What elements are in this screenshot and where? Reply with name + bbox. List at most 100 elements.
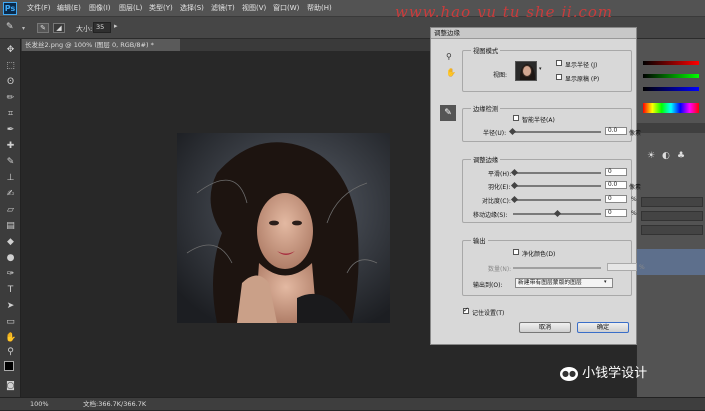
amount-unit: % — [639, 264, 645, 271]
quick-mask-icon[interactable]: ◙ — [5, 381, 16, 392]
hand-tool-icon[interactable]: ✋ — [5, 333, 16, 344]
wechat-label: 小钱学设计 — [582, 366, 648, 381]
menu-image[interactable]: 图像(I) — [89, 0, 111, 17]
type-tool-icon[interactable]: T — [5, 285, 16, 296]
document-info: 文档:366.7K/366.7K — [83, 400, 147, 408]
menu-window[interactable]: 窗口(W) — [273, 0, 299, 17]
right-panel: ☀ ◐ ♣ — [636, 39, 705, 397]
refine-radius-icon[interactable]: ✎ — [37, 23, 49, 33]
chevron-down-icon[interactable]: ▾ — [604, 279, 607, 285]
erase-refinements-icon[interactable]: ◢ — [53, 23, 65, 33]
feather-unit: 像素 — [629, 184, 642, 191]
eraser-tool-icon[interactable]: ▱ — [5, 205, 16, 216]
feather-input[interactable]: 0.0 — [605, 181, 627, 189]
radius-input[interactable]: 0.0 — [605, 127, 627, 135]
output-group: 输出 净化颜色(D) 数量(N): % 输出到(O): 新建带有图层蒙版的图层 … — [462, 236, 645, 296]
foreground-color-swatch[interactable] — [4, 361, 14, 371]
marquee-tool-icon[interactable]: ⬚ — [5, 61, 16, 72]
layers-row[interactable] — [641, 197, 703, 207]
checkmark-icon: ✓ — [463, 306, 469, 314]
output-to-select[interactable]: 新建带有图层蒙版的图层 — [515, 278, 613, 288]
show-radius-checkbox[interactable] — [556, 60, 562, 66]
crop-tool-icon[interactable]: ⌗ — [5, 109, 16, 120]
color-slider-r[interactable] — [643, 61, 699, 65]
menu-layer[interactable]: 图层(L) — [119, 0, 142, 17]
clone-stamp-tool-icon[interactable]: ⊥ — [5, 173, 16, 184]
photoshop-logo: Ps — [3, 2, 17, 15]
view-mode-group: 视图模式 视图: ▾ 显示半径 (J) 显示原稿 (P) — [462, 46, 632, 92]
radius-unit: 像素 — [629, 130, 642, 137]
menu-filter[interactable]: 滤镜(T) — [211, 0, 235, 17]
lasso-tool-icon[interactable]: ʘ — [5, 77, 16, 88]
pen-tool-icon[interactable]: ✑ — [5, 269, 16, 280]
dropdown-arrow-icon[interactable]: ▾ — [22, 25, 25, 32]
history-brush-tool-icon[interactable]: ✍ — [5, 189, 16, 200]
color-slider-g[interactable] — [643, 74, 699, 78]
menu-view[interactable]: 视图(V) — [242, 0, 266, 17]
layers-row[interactable] — [641, 211, 703, 221]
menu-edit[interactable]: 编辑(E) — [57, 0, 81, 17]
document-tab[interactable]: 长发丝2.png @ 100% (图层 0, RGB/8#) * — [22, 39, 180, 51]
menu-help[interactable]: 帮助(H) — [307, 0, 332, 17]
radius-slider[interactable] — [511, 131, 601, 133]
view-thumbnail[interactable] — [515, 61, 537, 81]
gradient-tool-icon[interactable]: ▤ — [5, 221, 16, 232]
decontaminate-checkbox[interactable] — [513, 249, 519, 255]
blur-tool-icon[interactable]: ◆ — [5, 237, 16, 248]
color-ramp[interactable] — [643, 103, 699, 113]
shift-edge-slider-thumb[interactable] — [553, 209, 562, 218]
refine-radius-tool-icon[interactable]: ✎ — [440, 105, 456, 121]
ok-button[interactable]: 确定 — [577, 322, 629, 333]
dodge-tool-icon[interactable]: ● — [5, 253, 16, 264]
amount-input — [607, 263, 637, 271]
zoom-tool-icon[interactable]: ⚲ — [446, 52, 452, 61]
radius-slider-thumb[interactable] — [508, 127, 517, 136]
selected-layer[interactable] — [637, 249, 705, 275]
contrast-slider[interactable] — [513, 199, 601, 201]
feather-slider-thumb[interactable] — [510, 181, 519, 190]
menu-file[interactable]: 文件(F) — [27, 0, 51, 17]
size-dropdown-icon[interactable]: ▸ — [114, 22, 123, 33]
tools-panel: ✥ ⬚ ʘ ✏ ⌗ ✒ ✚ ✎ ⊥ ✍ ▱ ▤ ◆ ● ✑ T ➤ ▭ ✋ ⚲ … — [0, 39, 21, 399]
move-tool-icon[interactable]: ✥ — [5, 45, 16, 56]
smooth-slider[interactable] — [513, 172, 601, 174]
shape-tool-icon[interactable]: ▭ — [5, 317, 16, 328]
quick-select-tool-icon[interactable]: ✏ — [5, 93, 16, 104]
wechat-watermark: ●● 小钱学设计 — [560, 362, 647, 381]
healing-brush-tool-icon[interactable]: ✚ — [5, 141, 16, 152]
show-original-checkbox[interactable] — [556, 74, 562, 80]
zoom-level[interactable]: 100% — [30, 398, 49, 411]
adjust-edge-legend: 调整边缘 — [471, 155, 501, 164]
eyedropper-tool-icon[interactable]: ✒ — [5, 125, 16, 136]
adjustment-icon[interactable]: ☀ — [647, 151, 655, 161]
brush-tool-icon[interactable]: ✎ — [6, 22, 22, 34]
menu-type[interactable]: 类型(Y) — [149, 0, 173, 17]
radius-label: 半径(U): — [483, 130, 507, 137]
layers-row[interactable] — [641, 225, 703, 235]
decontaminate-label: 净化颜色(D) — [522, 251, 556, 258]
feather-slider[interactable] — [513, 185, 601, 187]
output-legend: 输出 — [471, 236, 488, 245]
zoom-tool-icon[interactable]: ⚲ — [5, 347, 16, 358]
contrast-slider-thumb[interactable] — [510, 195, 519, 204]
smart-radius-checkbox[interactable] — [513, 115, 519, 121]
cancel-button[interactable]: 取消 — [519, 322, 571, 333]
view-label: 视图: — [493, 72, 508, 79]
smooth-input[interactable]: 0 — [605, 168, 627, 176]
view-mode-legend: 视图模式 — [471, 46, 501, 55]
amount-slider — [513, 267, 601, 269]
brush-tool-icon[interactable]: ✎ — [5, 157, 16, 168]
color-slider-b[interactable] — [643, 87, 699, 91]
adjustment-icon[interactable]: ◐ — [662, 151, 670, 161]
size-input[interactable]: 35 — [93, 22, 111, 33]
shift-edge-label: 移动边缘(S): — [473, 212, 508, 219]
adjustment-icon[interactable]: ♣ — [677, 151, 685, 161]
smooth-slider-thumb[interactable] — [510, 168, 519, 177]
path-select-tool-icon[interactable]: ➤ — [5, 301, 16, 312]
refine-edge-dialog: 调整边缘 ⚲ ✋ ✎ 视图模式 视图: ▾ 显示半径 (J) 显示原稿 (P) … — [430, 27, 645, 345]
shift-edge-input[interactable]: 0 — [605, 209, 627, 217]
view-dropdown-icon[interactable]: ▾ — [539, 66, 542, 72]
menu-select[interactable]: 选择(S) — [180, 0, 204, 17]
contrast-input[interactable]: 0 — [605, 195, 627, 203]
hand-tool-icon[interactable]: ✋ — [446, 68, 456, 77]
